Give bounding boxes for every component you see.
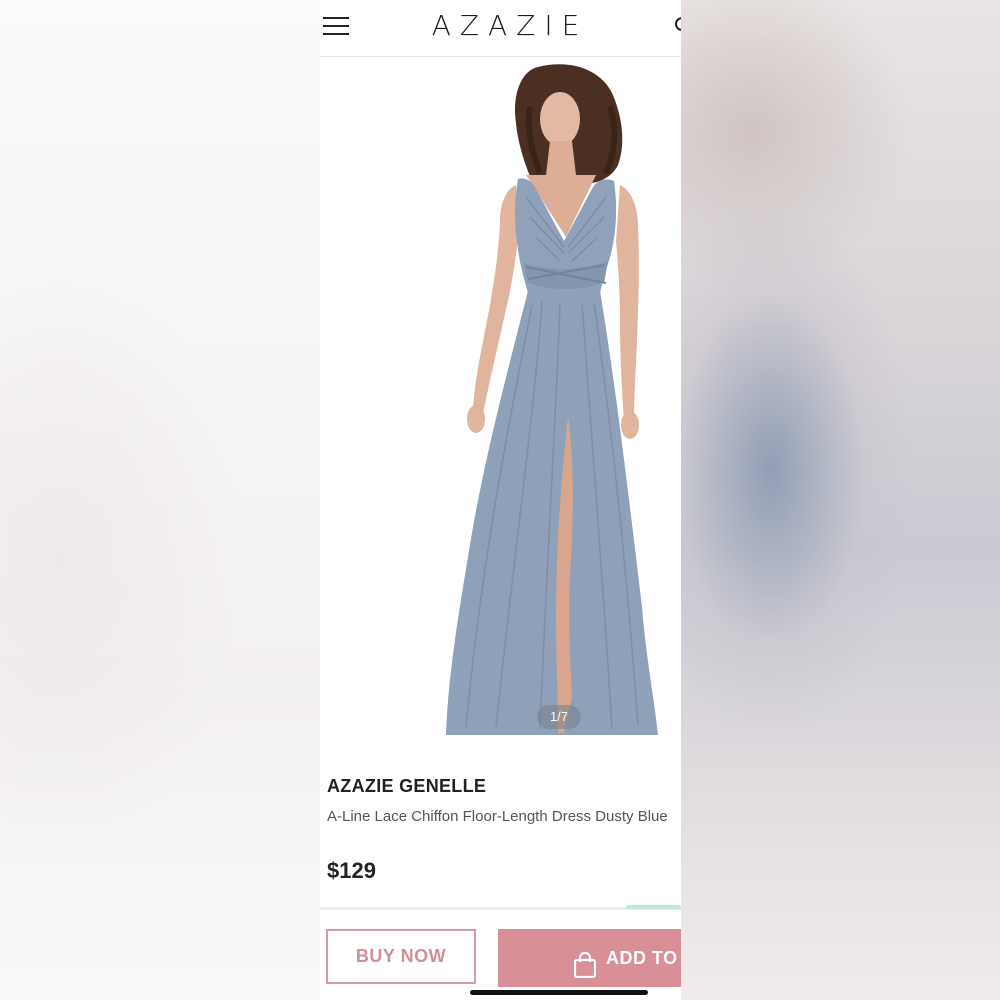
- product-image-gallery[interactable]: [320, 57, 681, 747]
- product-description: A-Line Lace Chiffon Floor-Length Dress D…: [327, 808, 668, 825]
- product-price: $129: [327, 858, 376, 883]
- blurred-background-right: [681, 0, 1000, 1000]
- phone-screen: AZAZIE 1/7 AZAZIE GENELLE A-Line Lace Ch…: [320, 0, 681, 1000]
- product-photo: [446, 64, 658, 735]
- shopping-bag-icon: [573, 943, 597, 979]
- image-page-counter: 1/7: [537, 705, 581, 729]
- home-indicator[interactable]: [470, 990, 648, 995]
- buy-now-button[interactable]: BUY NOW: [326, 929, 476, 984]
- blurred-background-left: [0, 0, 320, 1000]
- brand-logo[interactable]: AZAZIE: [410, 9, 610, 42]
- add-to-bag-button[interactable]: ADD TO: [498, 929, 681, 987]
- top-header: AZAZIE: [320, 0, 681, 57]
- search-icon[interactable]: [674, 16, 681, 36]
- hamburger-menu-icon[interactable]: [323, 17, 349, 37]
- accent-indicator: [626, 905, 681, 909]
- add-to-bag-label: ADD TO: [606, 948, 678, 968]
- product-brand: AZAZIE GENELLE: [327, 776, 487, 796]
